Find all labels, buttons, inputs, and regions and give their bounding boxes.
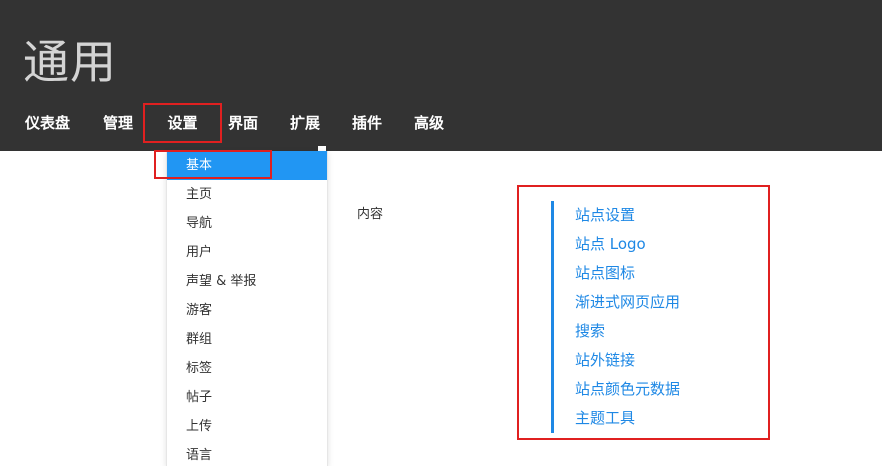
nav-item-admin[interactable]: 管理 [103,105,133,141]
section-link-external-links[interactable]: 站外链接 [575,346,635,375]
nav-item-settings[interactable]: 设置 [143,103,222,143]
section-links-list: 站点设置 站点 Logo 站点图标 渐进式网页应用 搜索 站外链接 站点颜色元数… [551,201,754,433]
menu-item-uploads[interactable]: 上传 [167,412,327,441]
nav-item-plugins[interactable]: 插件 [352,105,382,141]
content-heading: 内容 [357,207,384,222]
menu-item-guests[interactable]: 游客 [167,296,327,325]
menu-item-homepage[interactable]: 主页 [167,180,327,209]
section-link-site-logo[interactable]: 站点 Logo [575,230,646,259]
menu-item-basic[interactable]: 基本 [167,151,327,180]
menu-item-navigation[interactable]: 导航 [167,209,327,238]
section-link-search[interactable]: 搜索 [575,317,605,346]
menu-item-reputation[interactable]: 声望 & 举报 [167,267,327,296]
section-link-theme-tools[interactable]: 主题工具 [575,404,635,433]
menu-item-languages[interactable]: 语言 [167,441,327,466]
nav-item-dashboard[interactable]: 仪表盘 [25,105,70,141]
menu-item-users[interactable]: 用户 [167,238,327,267]
nav-item-interface[interactable]: 界面 [228,105,258,141]
menu-item-groups[interactable]: 群组 [167,325,327,354]
settings-dropdown-menu: 基本 主页 导航 用户 声望 & 举报 游客 群组 标签 帖子 上传 语言 [166,151,328,466]
menu-item-tags[interactable]: 标签 [167,354,327,383]
section-link-site-settings[interactable]: 站点设置 [575,201,635,230]
nav-item-advanced[interactable]: 高级 [414,105,444,141]
page-title: 通用 [23,35,117,89]
nav-item-extensions[interactable]: 扩展 [290,105,320,141]
section-link-pwa[interactable]: 渐进式网页应用 [575,288,680,317]
section-link-site-icon[interactable]: 站点图标 [575,259,635,288]
header-bar: 通用 仪表盘 管理 设置 界面 扩展 插件 高级 [0,0,882,151]
section-link-color-metadata[interactable]: 站点颜色元数据 [575,375,680,404]
menu-item-posts[interactable]: 帖子 [167,383,327,412]
